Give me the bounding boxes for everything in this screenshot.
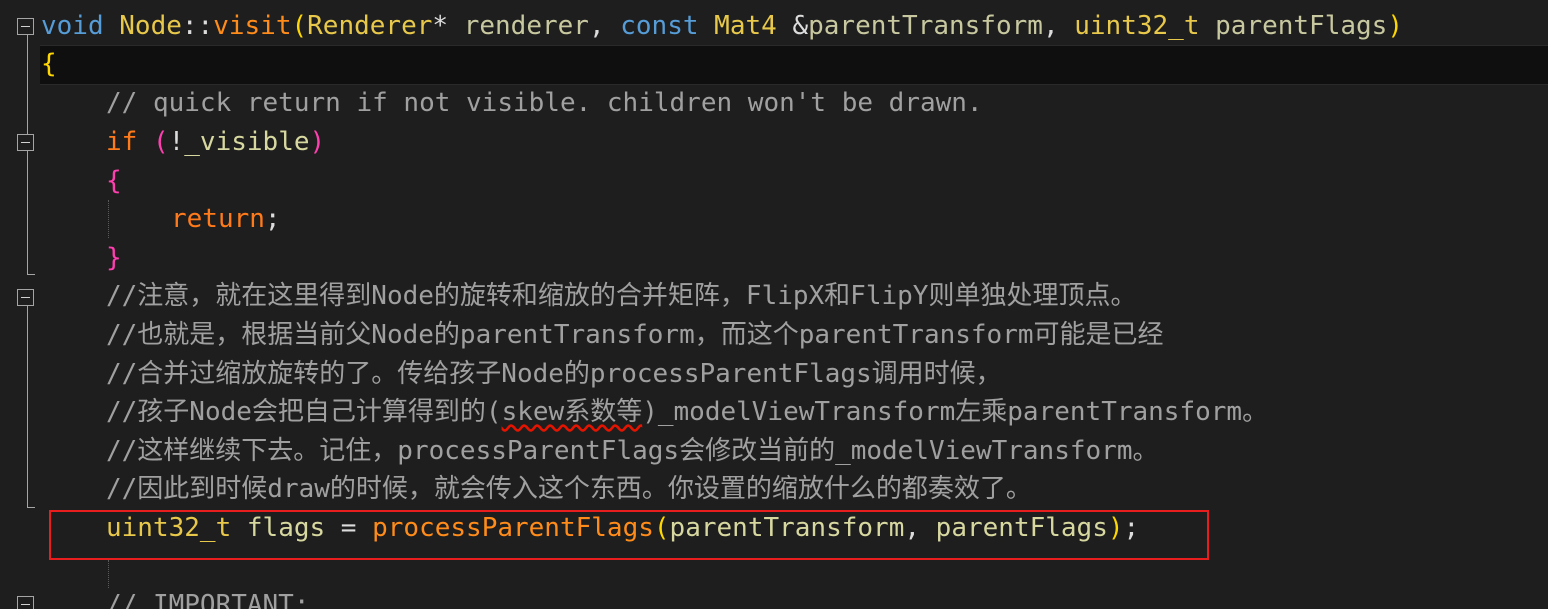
if-close-paren: ) bbox=[309, 127, 326, 157]
indent-guide bbox=[108, 200, 109, 238]
param-parent-flags: parentFlags bbox=[1199, 11, 1388, 41]
current-line-highlight bbox=[40, 45, 1548, 85]
comment-text: //孩子Node会把自己计算得到的( bbox=[106, 397, 502, 427]
keyword-return: return bbox=[171, 204, 265, 234]
reference-operator: & bbox=[776, 11, 809, 41]
param-parent-transform: parentTransform bbox=[808, 11, 1043, 41]
param-type-uint32: uint32_t bbox=[1074, 11, 1200, 41]
comment-text: )_modelViewTransform左乘parentTransform。 bbox=[642, 397, 1269, 427]
class-name: Node bbox=[119, 11, 182, 41]
code-line-comment[interactable]: // quick return if not visible. children… bbox=[106, 84, 983, 122]
function-name: visit bbox=[213, 11, 292, 41]
comment-line[interactable]: //因此到时候draw的时候，就会传入这个东西。你设置的缩放什么的都奏效了。 bbox=[106, 470, 1032, 508]
comma: , bbox=[588, 11, 621, 41]
if-open-brace: { bbox=[106, 166, 122, 196]
indent-guide bbox=[108, 560, 109, 588]
comment-quick-return: // quick return if not visible. children… bbox=[106, 88, 983, 118]
open-paren: ( bbox=[291, 11, 308, 41]
comment-line[interactable]: //孩子Node会把自己计算得到的(skew系数等)_modelViewTran… bbox=[106, 393, 1268, 431]
if-open-paren: ( bbox=[152, 127, 169, 157]
code-line-open-brace[interactable]: { bbox=[41, 45, 57, 83]
highlight-box bbox=[49, 510, 1209, 560]
comma: , bbox=[1042, 11, 1075, 41]
comment-line[interactable]: //合并过缩放旋转的了。传给孩子Node的processParentFlags调… bbox=[106, 355, 1002, 393]
keyword-if: if bbox=[106, 127, 138, 157]
comment-line[interactable]: //这样继续下去。记住，processParentFlags会修改当前的_mod… bbox=[106, 432, 1158, 470]
outline-line bbox=[27, 34, 28, 274]
comment-important: // IMPORTANT: bbox=[106, 590, 310, 609]
code-line-if[interactable]: if (!_visible) bbox=[106, 123, 325, 161]
outline-gutter bbox=[0, 0, 40, 609]
code-line-signature[interactable]: void Node::visit(Renderer* renderer, con… bbox=[41, 7, 1403, 45]
spellcheck-squiggle: skew系数等 bbox=[501, 397, 643, 427]
keyword-const: const bbox=[620, 11, 699, 41]
collapse-comment-block-icon[interactable] bbox=[17, 289, 34, 306]
outline-tick bbox=[27, 507, 35, 508]
comment-line[interactable]: //也就是，根据当前父Node的parentTransform，而这个paren… bbox=[106, 316, 1164, 354]
comment-line[interactable]: //注意，就在这里得到Node的旋转和缩放的合并矩阵，FlipX和FlipY则单… bbox=[106, 277, 1136, 315]
code-editor[interactable]: void Node::visit(Renderer* renderer, con… bbox=[0, 0, 1548, 609]
if-close-brace: } bbox=[106, 243, 122, 273]
code-line-return[interactable]: return; bbox=[171, 200, 281, 238]
close-paren: ) bbox=[1387, 11, 1403, 41]
scope-operator: :: bbox=[181, 11, 214, 41]
outline-line bbox=[27, 305, 28, 507]
param-type-renderer: Renderer bbox=[307, 11, 433, 41]
param-renderer: renderer bbox=[448, 11, 589, 41]
member-visible: _visible bbox=[184, 127, 310, 157]
code-line-if-close-brace[interactable]: } bbox=[106, 239, 122, 277]
code-line-important[interactable]: // IMPORTANT: bbox=[106, 586, 310, 609]
function-open-brace: { bbox=[41, 49, 57, 79]
param-type-mat4: Mat4 bbox=[698, 11, 777, 41]
collapse-comment-icon[interactable] bbox=[17, 596, 34, 609]
collapse-function-icon[interactable] bbox=[17, 18, 34, 35]
pointer-operator: * bbox=[432, 11, 449, 41]
keyword-void: void bbox=[41, 11, 104, 41]
not-operator: ! bbox=[168, 127, 185, 157]
semicolon: ; bbox=[264, 204, 281, 234]
outline-tick bbox=[27, 274, 35, 275]
code-line-if-open-brace[interactable]: { bbox=[106, 162, 122, 200]
collapse-if-block-icon[interactable] bbox=[17, 134, 34, 151]
